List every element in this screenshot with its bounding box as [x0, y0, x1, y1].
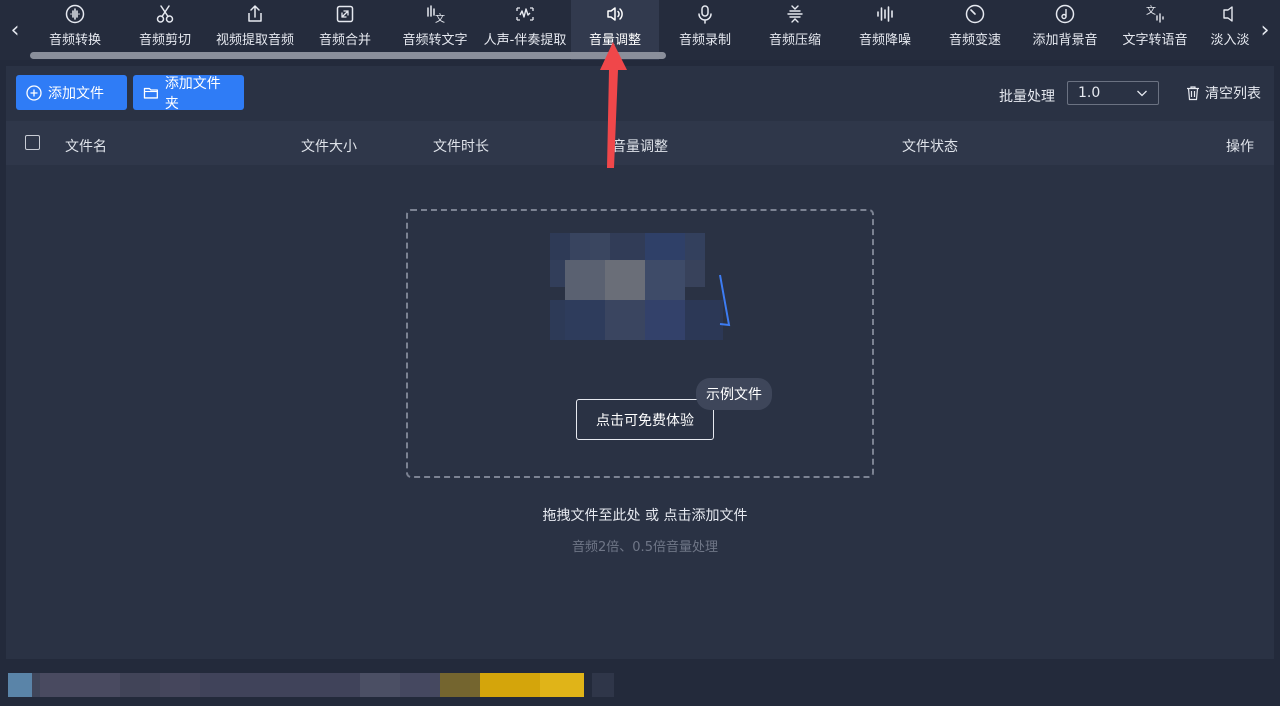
tool-label: 音频降噪 [858, 33, 911, 48]
tool-label: 音频转文字 [402, 33, 468, 48]
fade-icon [1219, 3, 1241, 25]
tool-label: 音频转换 [48, 33, 101, 48]
tool-audio-denoise[interactable]: 音频降噪 [840, 0, 930, 60]
music-note-icon [1054, 3, 1076, 25]
tool-audio-merge[interactable]: 音频合并 [300, 0, 390, 60]
tool-label: 文字转语音 [1122, 33, 1188, 48]
tool-label: 音频压缩 [768, 33, 821, 48]
plus-circle-icon [26, 84, 42, 101]
column-file-size: 文件大小 [301, 139, 357, 155]
scissors-icon [154, 3, 176, 25]
tool-fade[interactable]: 淡入淡 [1200, 0, 1250, 60]
tool-label: 音频剪切 [138, 33, 191, 48]
svg-text:文: 文 [435, 12, 445, 24]
column-file-name: 文件名 [65, 139, 107, 155]
sample-file-label: 示例文件 [706, 387, 762, 403]
noise-bars-icon [874, 3, 896, 25]
tool-audio-speed[interactable]: 音频变速 [930, 0, 1020, 60]
drop-zone[interactable]: 点击可免费体验 示例文件 [406, 209, 874, 478]
svg-text:文: 文 [1146, 4, 1156, 17]
tool-label: 淡入淡 [1210, 33, 1250, 48]
sample-file-badge[interactable]: 示例文件 [696, 378, 772, 410]
clear-list-label: 清空列表 [1205, 86, 1261, 102]
tool-audio-compress[interactable]: 音频压缩 [750, 0, 840, 60]
scroll-left-icon[interactable]: ‹ [0, 0, 30, 60]
scroll-right-icon[interactable]: › [1250, 0, 1280, 60]
tool-vocal-extract[interactable]: 人声-伴奏提取 [480, 0, 570, 60]
tool-label: 音频变速 [948, 33, 1001, 48]
tool-audio-convert[interactable]: 音频转换 [30, 0, 120, 60]
add-file-button[interactable]: 添加文件 [16, 75, 127, 110]
tool-audio-to-text[interactable]: 文 音频转文字 [390, 0, 480, 60]
chevron-down-icon [1137, 90, 1147, 97]
tool-video-extract-audio[interactable]: 视频提取音频 [210, 0, 300, 60]
microphone-icon [694, 3, 716, 25]
trash-icon [1187, 86, 1199, 101]
speech-to-text-icon: 文 [424, 3, 446, 25]
free-trial-button[interactable]: 点击可免费体验 [576, 399, 714, 440]
clear-list-button[interactable]: 清空列表 [1185, 83, 1261, 103]
upload-share-icon [244, 3, 266, 25]
red-pointer-arrow-icon [600, 42, 627, 168]
tool-label: 音频合并 [318, 33, 371, 48]
toolbar-scrollbar[interactable] [30, 52, 666, 59]
tool-audio-record[interactable]: 音频录制 [660, 0, 750, 60]
blurred-illustration [550, 233, 731, 343]
tool-bar: ‹ 音频转换 音频剪切 视频提取音频 音频合并 文 音频转文字 人声-伴奏提取 … [0, 0, 1280, 60]
batch-select[interactable]: 1.0 [1067, 81, 1159, 105]
tool-label: 添加背景音 [1032, 33, 1098, 48]
batch-label: 批量处理 [999, 89, 1055, 105]
tool-text-to-speech[interactable]: 文 文字转语音 [1110, 0, 1200, 60]
column-duration: 文件时长 [433, 139, 489, 155]
tool-add-background-music[interactable]: 添加背景音 [1020, 0, 1110, 60]
drop-hint-text: 拖拽文件至此处 或 点击添加文件 [542, 508, 748, 524]
select-all-checkbox[interactable] [25, 135, 40, 150]
free-trial-label: 点击可免费体验 [596, 412, 694, 429]
add-folder-button[interactable]: 添加文件夹 [133, 75, 244, 112]
vocal-extract-icon [514, 3, 536, 25]
folder-icon [143, 87, 158, 99]
column-actions: 操作 [1226, 139, 1254, 155]
speaker-icon [604, 3, 626, 25]
blurred-footer-banner [8, 670, 628, 700]
table-header: 文件名 文件大小 文件时长 音量调整 文件状态 操作 [6, 121, 1274, 165]
compress-icon [784, 3, 806, 25]
drop-sub-text: 音频2倍、0.5倍音量处理 [572, 540, 718, 555]
merge-expand-icon [334, 3, 356, 25]
speedometer-icon [964, 3, 986, 25]
tool-label: 音频录制 [678, 33, 731, 48]
waveform-circle-icon [64, 3, 86, 25]
tool-list: 音频转换 音频剪切 视频提取音频 音频合并 文 音频转文字 人声-伴奏提取 音量… [30, 0, 1250, 60]
text-to-speech-icon: 文 [1144, 3, 1166, 25]
tool-label: 视频提取音频 [215, 33, 294, 48]
add-folder-label: 添加文件夹 [164, 75, 221, 112]
tool-audio-cut[interactable]: 音频剪切 [120, 0, 210, 60]
batch-value: 1.0 [1078, 85, 1101, 101]
tool-label: 人声-伴奏提取 [483, 33, 567, 48]
main-panel: 添加文件 添加文件夹 批量处理 1.0 清空列表 文件名 文件大小 文件时长 音… [6, 66, 1274, 659]
add-file-label: 添加文件 [48, 85, 104, 102]
column-status: 文件状态 [902, 139, 958, 155]
